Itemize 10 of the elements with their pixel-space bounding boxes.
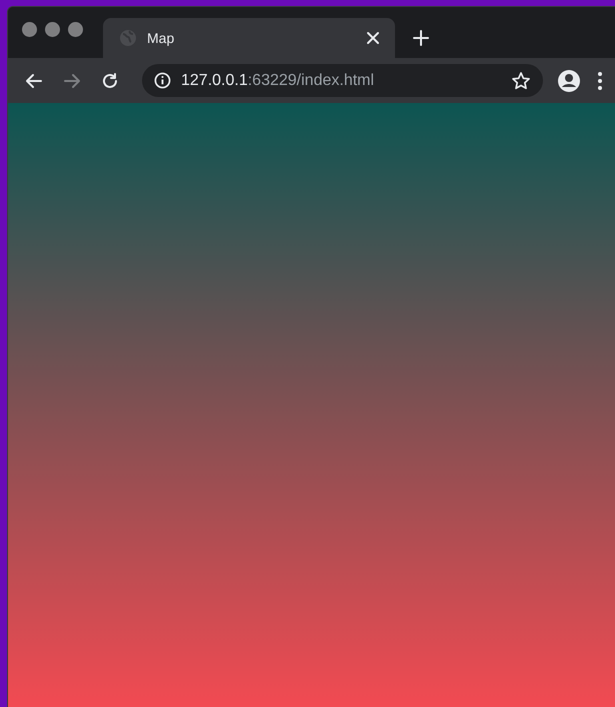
window-control[interactable]: [22, 22, 37, 37]
browser-tab[interactable]: Map: [103, 18, 395, 58]
window-control[interactable]: [68, 22, 83, 37]
tab-title: Map: [147, 30, 176, 46]
profile-icon[interactable]: [557, 68, 581, 92]
url-path: :63229/index.html: [248, 72, 374, 90]
info-icon: [154, 72, 171, 89]
url-host: 127.0.0.1: [181, 72, 248, 90]
window-control[interactable]: [45, 22, 60, 37]
address-bar[interactable]: 127.0.0.1:63229/index.html: [142, 64, 543, 97]
